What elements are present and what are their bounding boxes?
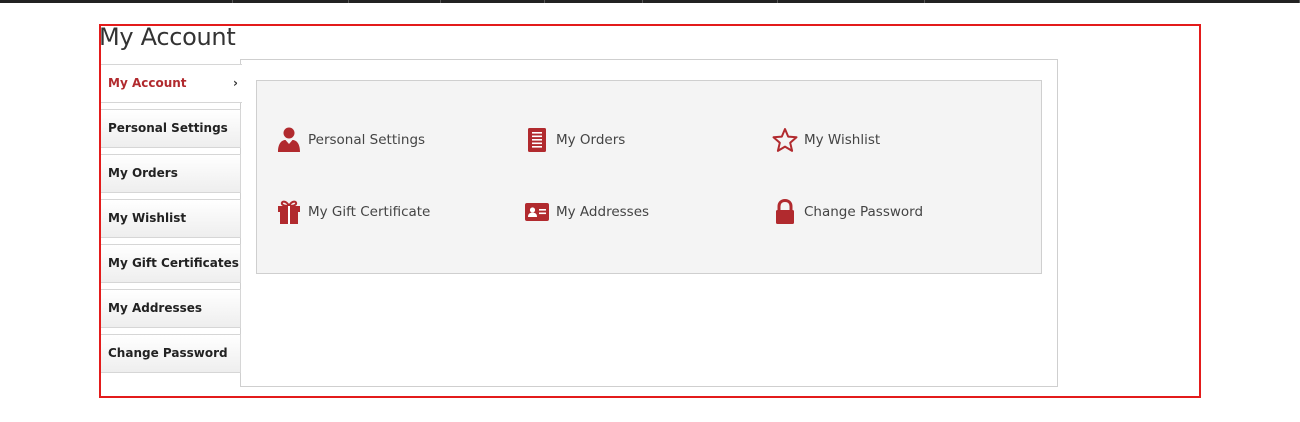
top-nav-segment[interactable]	[925, 0, 1300, 3]
user-icon	[276, 127, 302, 153]
sidebar-item-label: My Orders	[108, 166, 178, 180]
gift-icon	[276, 199, 302, 225]
sidebar-item-my-addresses[interactable]: My Addresses	[101, 289, 241, 328]
tile-label: My Addresses	[556, 204, 650, 220]
sidebar-item-label: My Gift Certificates	[108, 256, 239, 270]
account-dashboard-grid	[256, 80, 1042, 274]
tile-label: Personal Settings	[308, 132, 426, 148]
top-nav-segment[interactable]	[349, 0, 441, 3]
account-sidebar: My Account › Personal Settings My Orders…	[101, 64, 242, 379]
sidebar-item-label: My Wishlist	[108, 211, 187, 225]
top-nav-segment[interactable]	[545, 0, 643, 3]
address-card-icon	[524, 199, 550, 225]
sidebar-item-label: Change Password	[108, 346, 228, 360]
chevron-right-icon: ›	[233, 76, 238, 90]
lock-icon	[772, 199, 798, 225]
sidebar-item-label: Personal Settings	[108, 121, 228, 135]
tile-label: My Orders	[556, 132, 626, 148]
tile-personal-settings[interactable]: Personal Settings	[276, 127, 425, 153]
tile-my-gift-certificate[interactable]: My Gift Certificate	[276, 199, 430, 225]
sidebar-item-label: My Account	[108, 76, 187, 90]
page-title: My Account	[99, 23, 236, 51]
tile-label: Change Password	[804, 204, 924, 220]
orders-document-icon	[524, 127, 550, 153]
sidebar-item-label: My Addresses	[108, 301, 203, 315]
tile-change-password[interactable]: Change Password	[772, 199, 923, 225]
sidebar-item-change-password[interactable]: Change Password	[101, 334, 241, 373]
top-nav-segment[interactable]	[778, 0, 925, 3]
tile-label: My Wishlist	[804, 132, 881, 148]
tile-my-wishlist[interactable]: My Wishlist	[772, 127, 880, 153]
star-outline-icon	[772, 127, 798, 153]
tile-my-addresses[interactable]: My Addresses	[524, 199, 649, 225]
sidebar-item-my-orders[interactable]: My Orders	[101, 154, 241, 193]
sidebar-item-my-gift-certificates[interactable]: My Gift Certificates	[101, 244, 241, 283]
top-navigation-bar	[0, 0, 1300, 3]
top-nav-segment[interactable]	[0, 0, 233, 3]
top-nav-segment[interactable]	[441, 0, 545, 3]
tile-my-orders[interactable]: My Orders	[524, 127, 625, 153]
sidebar-item-my-account[interactable]: My Account ›	[101, 64, 242, 103]
tile-label: My Gift Certificate	[308, 204, 431, 220]
top-nav-segment[interactable]	[643, 0, 778, 3]
sidebar-item-personal-settings[interactable]: Personal Settings	[101, 109, 241, 148]
top-nav-segment[interactable]	[233, 0, 349, 3]
sidebar-item-my-wishlist[interactable]: My Wishlist	[101, 199, 241, 238]
